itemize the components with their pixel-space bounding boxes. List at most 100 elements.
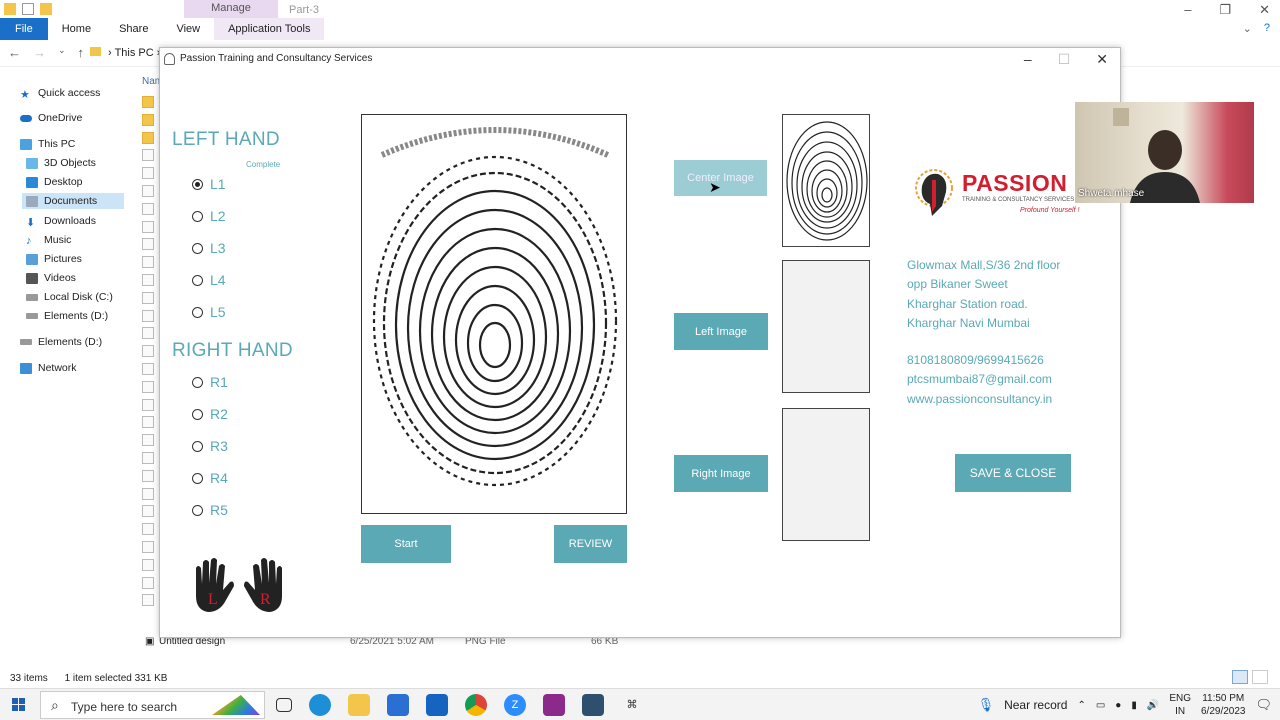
taskbar-search[interactable]: ⌕ Type here to search	[40, 691, 265, 719]
tab-manage[interactable]: Manage	[184, 0, 278, 18]
minimize-icon[interactable]: –	[1024, 51, 1032, 68]
up-arrow-icon[interactable]: ↑	[78, 45, 85, 60]
notifications-icon[interactable]: 🗨	[1255, 697, 1272, 713]
radio-l3[interactable]: L3	[192, 240, 226, 256]
file-icon[interactable]	[142, 238, 154, 251]
file-icon[interactable]	[142, 487, 154, 500]
details-view-icon[interactable]	[1232, 670, 1248, 684]
file-icon[interactable]	[142, 505, 154, 518]
tab-file[interactable]: File	[0, 18, 48, 40]
language-indicator[interactable]: ENG IN	[1169, 692, 1191, 718]
file-icon[interactable]	[142, 362, 154, 375]
chevron-up-icon[interactable]: ⌃	[1077, 700, 1085, 711]
webcam-overlay[interactable]: Shweta mhase	[1075, 102, 1254, 203]
store-icon[interactable]	[387, 694, 409, 716]
mail-icon[interactable]	[426, 694, 448, 716]
close-icon[interactable]: ✕	[1096, 51, 1108, 68]
radio-l2[interactable]: L2	[192, 208, 226, 224]
nav-desktop[interactable]: Desktop	[26, 176, 83, 188]
file-explorer-icon[interactable]	[348, 694, 370, 716]
back-arrow-icon[interactable]: ←	[8, 45, 21, 60]
network-icon[interactable]: ▮	[1131, 700, 1137, 711]
file-icon[interactable]	[142, 220, 154, 233]
nav-network[interactable]: Network	[20, 362, 77, 374]
large-icons-view-icon[interactable]	[1252, 670, 1268, 684]
file-icon[interactable]	[142, 184, 154, 197]
radio-r4[interactable]: R4	[192, 470, 228, 486]
tab-application-tools[interactable]: Application Tools	[214, 18, 325, 40]
file-icon[interactable]	[142, 558, 154, 571]
nav-local-disk[interactable]: Local Disk (C:)	[26, 291, 113, 303]
nav-onedrive[interactable]: OneDrive	[20, 112, 82, 124]
review-button[interactable]: REVIEW	[554, 525, 627, 563]
folder-icon[interactable]	[4, 3, 16, 15]
task-view-icon[interactable]	[276, 698, 292, 712]
radio-r5[interactable]: R5	[192, 502, 228, 518]
file-icon[interactable]	[142, 469, 154, 482]
forward-arrow-icon[interactable]: →	[33, 45, 46, 60]
file-icon[interactable]	[142, 202, 154, 215]
file-icon[interactable]	[142, 451, 154, 464]
properties-icon[interactable]	[22, 3, 34, 15]
mic-icon[interactable]: ●	[1115, 700, 1121, 711]
file-icon[interactable]	[142, 327, 154, 340]
file-icon[interactable]	[142, 576, 154, 589]
recent-dropdown-icon[interactable]: ⌄	[58, 45, 66, 60]
close-icon[interactable]: ✕	[1259, 2, 1270, 18]
folder-icon[interactable]	[142, 96, 154, 108]
nav-downloads[interactable]: ⬇ Downloads	[26, 215, 96, 229]
radio-l4[interactable]: L4	[192, 272, 226, 288]
file-icon[interactable]	[142, 398, 154, 411]
app-window-icon[interactable]	[582, 694, 604, 716]
file-icon[interactable]	[142, 380, 154, 393]
minimize-icon[interactable]: –	[1184, 2, 1191, 18]
tab-home[interactable]: Home	[48, 18, 105, 40]
chevron-down-icon[interactable]: ⌄	[1243, 22, 1252, 35]
file-icon[interactable]	[142, 273, 154, 286]
breadcrumb[interactable]: › This PC ›	[90, 47, 160, 59]
file-icon[interactable]	[142, 434, 154, 447]
archive-icon[interactable]	[543, 694, 565, 716]
file-icon[interactable]	[142, 594, 154, 607]
maximize-icon[interactable]: ☐	[1058, 51, 1071, 68]
right-image-button[interactable]: Right Image	[674, 455, 768, 492]
help-icon[interactable]: ?	[1264, 22, 1270, 35]
file-icon[interactable]	[142, 345, 154, 358]
left-image-button[interactable]: Left Image	[674, 313, 768, 350]
file-icon[interactable]	[142, 291, 154, 304]
file-icon[interactable]	[142, 540, 154, 553]
nav-elements-d[interactable]: Elements (D:)	[26, 310, 108, 322]
radio-r1[interactable]: R1	[192, 374, 228, 390]
save-close-button[interactable]: SAVE & CLOSE	[955, 454, 1071, 492]
file-icon[interactable]	[142, 256, 154, 269]
nav-3d-objects[interactable]: 3D Objects	[26, 157, 96, 169]
nav-quick-access[interactable]: ★ Quick access	[20, 87, 100, 101]
file-icon[interactable]	[142, 149, 154, 162]
radio-l5[interactable]: L5	[192, 304, 226, 320]
nav-elements-d-root[interactable]: Elements (D:)	[20, 336, 102, 348]
nav-music[interactable]: ♪ Music	[26, 234, 71, 247]
volume-icon[interactable]: 🔊	[1147, 700, 1159, 711]
maximize-icon[interactable]: ❐	[1219, 2, 1231, 18]
nav-this-pc[interactable]: This PC	[20, 138, 75, 150]
chrome-icon[interactable]	[465, 694, 487, 716]
fingerprint-app-icon[interactable]: ⌘	[621, 694, 643, 716]
folder-icon[interactable]	[142, 113, 154, 126]
folder-icon[interactable]	[142, 131, 154, 144]
near-record-label[interactable]: Near record	[1004, 698, 1067, 712]
file-icon[interactable]	[142, 167, 154, 180]
clock[interactable]: 11:50 PM 6/29/2023	[1201, 692, 1246, 718]
start-button[interactable]: Start	[361, 525, 451, 563]
file-icon[interactable]	[142, 309, 154, 322]
radio-r2[interactable]: R2	[192, 406, 228, 422]
nav-pictures[interactable]: Pictures	[26, 253, 82, 265]
zoom-icon[interactable]: Z	[504, 694, 526, 716]
file-icon[interactable]	[142, 416, 154, 429]
microphone-icon[interactable]: 🎙	[978, 697, 995, 713]
nav-videos[interactable]: Videos	[26, 272, 76, 284]
breadcrumb-this-pc[interactable]: This PC	[115, 47, 154, 59]
tab-view[interactable]: View	[162, 18, 214, 40]
nav-documents[interactable]: Documents	[22, 193, 124, 209]
battery-icon[interactable]: ▭	[1096, 700, 1105, 711]
radio-r3[interactable]: R3	[192, 438, 228, 454]
